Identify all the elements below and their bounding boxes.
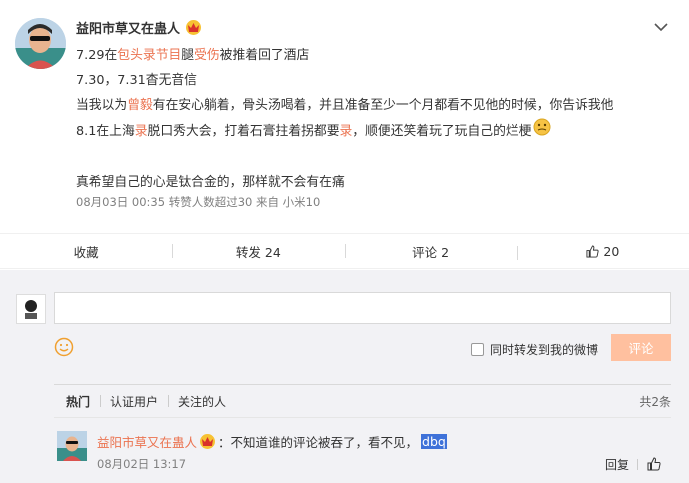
submit-comment-button[interactable]: 评论 [611, 334, 671, 361]
topic-link[interactable]: 录 [135, 124, 148, 139]
tab-following[interactable]: 关注的人 [168, 393, 236, 410]
thumbs-up-icon[interactable] [647, 457, 661, 471]
topic-link[interactable]: 受伤 [194, 48, 220, 63]
post-meta: 08月03日 00:35 转赞人数超过30 来自 小米10 [76, 195, 321, 209]
repost-button[interactable]: 转发 24 [172, 242, 344, 261]
weibo-card: 益阳市草又在蛊人 7.29在包头录节目腿受伤被推着回了酒店 7.30，7.31杳… [0, 0, 689, 483]
repost-to-weibo-checkbox[interactable]: 同时转发到我的微博 [471, 341, 598, 358]
comment-time: 08月02日 13:17 [97, 457, 187, 471]
author-name-text[interactable]: 益阳市草又在蛊人 [76, 18, 180, 37]
favorite-button[interactable]: 收藏 [0, 242, 172, 261]
comment-body: 益阳市草又在蛊人 ：不知道谁的评论被吞了，看不见， dbq [97, 432, 447, 451]
thumbs-up-icon [586, 244, 599, 258]
author-name[interactable]: 益阳市草又在蛊人 [76, 18, 202, 37]
post-blank-line [76, 145, 676, 170]
post-line-5: 真希望自己的心是钛合金的，那样就不会有在痛 [76, 175, 345, 190]
comment-filter-tabs: 热门 认证用户 关注的人 共2条 [54, 384, 671, 418]
like-button[interactable]: 20 [516, 244, 689, 260]
crown-badge-icon [200, 434, 216, 449]
action-bar: 收藏 转发 24 评论 2 20 [0, 233, 689, 269]
post-line-4: 8.1在上海录脱口秀大会，打着石膏拄着拐都要录，顺便还笑着玩了玩自己的烂梗 [76, 118, 676, 145]
author-avatar[interactable] [15, 18, 66, 69]
post-line-1: 7.29在包头录节目腿受伤被推着回了酒店 [76, 48, 310, 63]
divider [637, 459, 638, 470]
topic-link[interactable]: 录 [340, 124, 353, 139]
tab-hot[interactable]: 热门 [66, 393, 100, 410]
crown-badge-icon [186, 20, 202, 35]
emoji-icon [533, 118, 551, 145]
reply-button[interactable]: 回复 [605, 456, 629, 473]
post-line-2: 7.30，7.31杳无音信 [76, 73, 197, 88]
comment-section: 同时转发到我的微博 评论 热门 认证用户 关注的人 共2条 益阳市草又在蛊人 ：… [0, 270, 689, 483]
selected-text: dbq [421, 434, 447, 449]
commenter-name[interactable]: 益阳市草又在蛊人 [97, 432, 197, 451]
commenter-avatar[interactable] [57, 431, 87, 461]
tab-verified-users[interactable]: 认证用户 [100, 393, 168, 410]
comment-input[interactable] [54, 292, 671, 324]
topic-link[interactable]: 包头录节目 [117, 48, 181, 63]
chevron-down-icon[interactable] [653, 20, 669, 34]
mention-link[interactable]: 曾毅 [127, 98, 153, 113]
emoji-picker-icon[interactable] [54, 337, 74, 357]
post-line-3: 当我以为曾毅有在安心躺着，骨头汤喝着，并且准备至少一个月都看不见他的时候，你告诉… [76, 98, 614, 113]
comment-total: 共2条 [639, 394, 671, 409]
post-text: 7.29在包头录节目腿受伤被推着回了酒店 7.30，7.31杳无音信 当我以为曾… [76, 43, 676, 195]
comment-text: ：不知道谁的评论被吞了，看不见， [218, 435, 419, 450]
my-avatar[interactable] [16, 294, 46, 324]
checkbox-box[interactable] [471, 343, 484, 356]
comment-button[interactable]: 评论 2 [344, 242, 517, 261]
